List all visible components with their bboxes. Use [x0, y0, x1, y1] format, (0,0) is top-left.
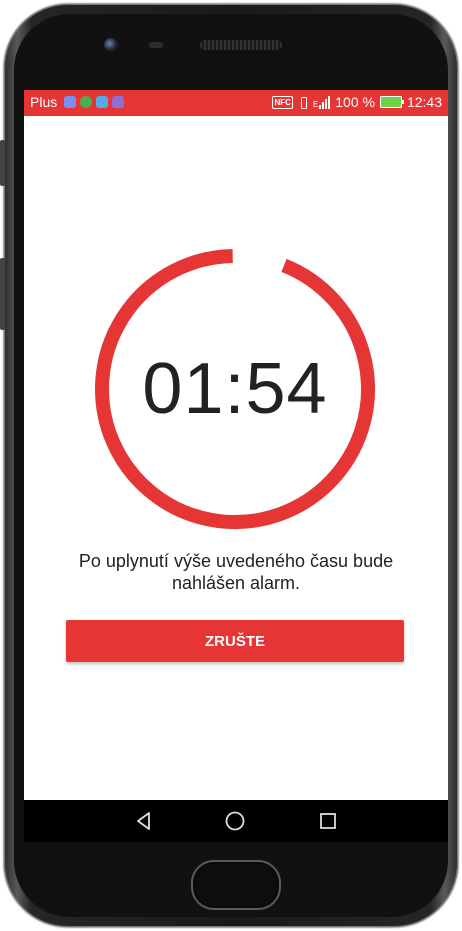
alarm-message: Po uplynutí výše uvedeného času bude nah…	[78, 551, 394, 593]
image-icon	[96, 96, 109, 108]
earpiece-speaker	[200, 40, 282, 50]
proximity-sensor	[149, 42, 163, 48]
nfc-icon: NFC	[272, 95, 293, 109]
calendar-icon	[112, 96, 125, 108]
carrier-label: Plus	[30, 94, 58, 110]
navigation-bar	[24, 800, 448, 842]
volume-down-button	[0, 258, 5, 330]
status-bar-left: Plus	[30, 94, 125, 110]
status-bar: Plus NFC E 100 % 12:43	[24, 90, 448, 116]
network-type-label: E	[312, 99, 319, 109]
timer-time: 01:54	[142, 349, 328, 429]
hardware-home-button[interactable]	[191, 860, 281, 910]
cancel-button[interactable]: ZRUŠTE	[66, 620, 404, 662]
status-clock: 12:43	[406, 94, 442, 110]
status-bar-right: NFC E 100 % 12:43	[272, 94, 442, 110]
battery-percent: 100 %	[335, 94, 375, 110]
home-icon	[225, 811, 245, 831]
front-camera	[104, 38, 118, 52]
signal-icon: E	[312, 95, 331, 109]
vibrate-icon	[298, 96, 308, 109]
globe-icon	[80, 96, 93, 108]
volume-up-button	[0, 140, 5, 186]
home-nav-button[interactable]	[220, 806, 250, 836]
back-button[interactable]	[129, 806, 159, 836]
recents-icon	[320, 813, 336, 829]
back-icon	[137, 812, 150, 830]
shield-icon	[64, 96, 77, 108]
battery-icon	[379, 96, 404, 108]
screen: Plus NFC E 100 % 12:43 01:54 Po uplynutí…	[24, 90, 448, 800]
recents-button[interactable]	[313, 806, 343, 836]
